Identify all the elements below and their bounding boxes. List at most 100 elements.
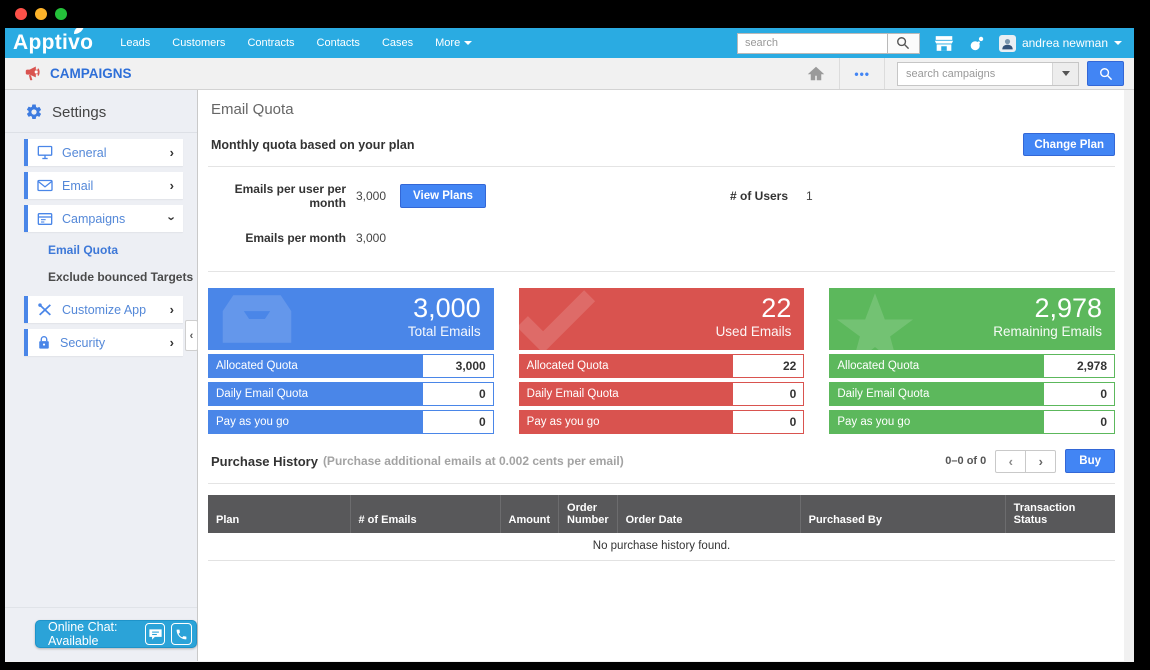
- campaign-search-button[interactable]: [1087, 61, 1124, 86]
- column-header-order-number: Order Number: [559, 495, 618, 533]
- total-emails-card: 3,000 Total Emails Allocated Quota 3,000…: [208, 288, 494, 434]
- total-emails-caption: Total Emails: [221, 324, 481, 339]
- gear-icon: [25, 103, 43, 121]
- sidebar-item-label: Campaigns: [62, 212, 125, 226]
- apptivo-logo[interactable]: Apptivo: [13, 30, 93, 56]
- row-value: 0: [1043, 382, 1115, 406]
- row-value: 2,978: [1043, 354, 1115, 378]
- table-header-row: Plan # of Emails Amount Order Number Ord…: [208, 495, 1115, 533]
- pagination-range: 0–0 of 0: [945, 455, 986, 467]
- desktop: Apptivo Leads Customers Contracts Contac…: [0, 0, 1150, 670]
- splash-icon[interactable]: [968, 34, 986, 52]
- inbox-watermark-icon: [214, 290, 300, 348]
- plan-section-header: Monthly quota based on your plan Change …: [208, 133, 1115, 156]
- quota-row: Pay as you go 0: [208, 410, 494, 434]
- avatar: [999, 35, 1016, 52]
- sidebar-subitem-email-quota[interactable]: Email Quota: [48, 243, 197, 257]
- sidebar-item-label: Customize App: [62, 303, 146, 317]
- chevron-right-icon: ›: [170, 303, 174, 316]
- view-plans-button[interactable]: View Plans: [400, 184, 486, 208]
- buy-button[interactable]: Buy: [1065, 449, 1115, 473]
- row-label: Pay as you go: [829, 416, 910, 428]
- emails-per-month-value: 3,000: [356, 231, 386, 245]
- window-zoom-button[interactable]: [55, 8, 67, 20]
- online-chat-widget[interactable]: Online Chat: Available: [35, 620, 197, 648]
- nav-cases[interactable]: Cases: [382, 37, 413, 49]
- emails-per-user-value: 3,000: [356, 189, 386, 203]
- window-titlebar: [0, 0, 1150, 28]
- chat-button[interactable]: [145, 623, 166, 645]
- emails-per-month-row: Emails per month 3,000: [208, 226, 1115, 250]
- nav-contracts[interactable]: Contracts: [247, 37, 294, 49]
- envelope-icon: [37, 179, 53, 192]
- purchase-history-title: Purchase History: [211, 454, 318, 469]
- sidebar-item-general[interactable]: General ›: [24, 139, 183, 166]
- sidebar-subitem-exclude-bounced[interactable]: Exclude bounced Targets: [48, 270, 197, 284]
- global-search: [737, 33, 920, 54]
- emails-per-month-label: Emails per month: [208, 231, 346, 245]
- window-minimize-button[interactable]: [35, 8, 47, 20]
- row-label: Daily Email Quota: [519, 388, 619, 400]
- quota-row: Pay as you go 0: [519, 410, 805, 434]
- chevron-down-icon: [1114, 41, 1122, 45]
- app-header-right: •••: [793, 58, 1134, 89]
- sidebar-item-label: Email: [62, 179, 93, 193]
- row-value: 0: [732, 410, 804, 434]
- monitor-icon: [37, 145, 53, 160]
- chat-icon: [148, 628, 163, 641]
- sidebar-item-label: General: [62, 146, 106, 160]
- purchase-history-table: Plan # of Emails Amount Order Number Ord…: [208, 495, 1115, 561]
- nav-more[interactable]: More: [435, 37, 472, 49]
- store-icon[interactable]: [933, 34, 955, 53]
- sidebar-item-customize-app[interactable]: Customize App ›: [24, 296, 183, 323]
- sidebar-item-email[interactable]: Email ›: [24, 172, 183, 199]
- campaign-search-input[interactable]: [898, 63, 1052, 85]
- column-header-emails: # of Emails: [350, 495, 500, 533]
- chevron-right-icon: ›: [170, 179, 174, 192]
- users-value: 1: [806, 189, 813, 203]
- navbar-right: andrea newman: [737, 33, 1122, 54]
- nav-customers[interactable]: Customers: [172, 37, 225, 49]
- quota-row: Allocated Quota 22: [519, 354, 805, 378]
- used-emails-card: 22 Used Emails Allocated Quota 22 Daily …: [519, 288, 805, 434]
- nav-contacts[interactable]: Contacts: [317, 37, 360, 49]
- search-icon: [896, 36, 910, 50]
- megaphone-icon: [24, 65, 43, 82]
- online-chat-label: Online Chat: Available: [48, 620, 139, 648]
- row-label: Pay as you go: [208, 416, 289, 428]
- quota-row: Daily Email Quota 0: [208, 382, 494, 406]
- campaign-search-dropdown[interactable]: [1052, 63, 1078, 85]
- nav-leads[interactable]: Leads: [120, 37, 150, 49]
- global-search-input[interactable]: [737, 33, 887, 54]
- home-button[interactable]: [793, 58, 839, 89]
- chevron-down-icon: [464, 41, 472, 45]
- settings-title: Settings: [52, 104, 106, 121]
- row-value: 3,000: [422, 354, 494, 378]
- sidebar-item-security[interactable]: Security ›: [24, 329, 183, 356]
- quota-row: Daily Email Quota 0: [519, 382, 805, 406]
- users-field: # of Users 1: [730, 189, 813, 203]
- pagination-next-button[interactable]: ›: [1025, 450, 1056, 473]
- global-search-button[interactable]: [887, 33, 920, 54]
- row-label: Allocated Quota: [829, 360, 919, 372]
- sidebar-item-campaigns[interactable]: Campaigns ›: [24, 205, 183, 232]
- emails-per-user-row: Emails per user per month 3,000 View Pla…: [208, 184, 1115, 208]
- window-close-button[interactable]: [15, 8, 27, 20]
- more-actions-button[interactable]: •••: [840, 58, 884, 89]
- pagination-prev-button[interactable]: ‹: [995, 450, 1026, 473]
- phone-button[interactable]: [171, 623, 192, 645]
- users-label: # of Users: [730, 189, 788, 203]
- row-value: 0: [422, 410, 494, 434]
- app-title: CAMPAIGNS: [50, 66, 132, 81]
- user-menu[interactable]: andrea newman: [999, 35, 1122, 52]
- change-plan-button[interactable]: Change Plan: [1023, 133, 1115, 156]
- star-watermark-icon: [835, 292, 915, 350]
- sidebar-collapse-button[interactable]: ‹: [185, 320, 198, 351]
- quota-row: Allocated Quota 3,000: [208, 354, 494, 378]
- row-value: 0: [732, 382, 804, 406]
- quota-row: Allocated Quota 2,978: [829, 354, 1115, 378]
- column-header-transaction-status: Transaction Status: [1005, 495, 1115, 533]
- purchase-history-header: Purchase History (Purchase additional em…: [208, 449, 1115, 473]
- chevron-right-icon: ›: [1039, 454, 1043, 469]
- campaigns-submenu: Email Quota Exclude bounced Targets: [48, 243, 197, 284]
